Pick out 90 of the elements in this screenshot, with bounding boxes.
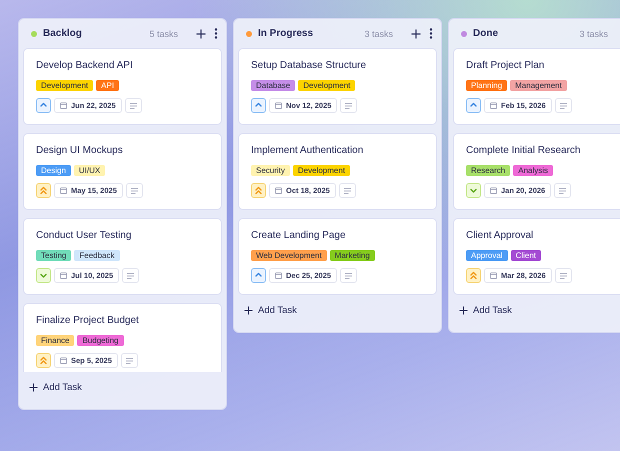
priority-button[interactable] (36, 353, 51, 368)
notes-button[interactable] (126, 183, 143, 198)
priority-button[interactable] (251, 98, 266, 113)
column-title: In Progress (258, 28, 314, 39)
tag: Approval (466, 250, 508, 261)
tag: Web Development (251, 250, 327, 261)
tag: Client (510, 250, 542, 261)
notes-button[interactable] (554, 183, 572, 198)
task-title: Implement Authentication (251, 145, 364, 157)
column-title: Done (473, 28, 499, 39)
task-title: Draft Project Plan (466, 60, 546, 72)
tag: Development (298, 80, 356, 91)
lines-icon (560, 102, 567, 108)
notes-button[interactable] (554, 268, 572, 283)
priority-button[interactable] (251, 183, 266, 198)
calendar-icon (60, 357, 67, 364)
calendar-icon (490, 272, 497, 279)
task-title: Setup Database Structure (251, 60, 368, 72)
notes-button[interactable] (122, 268, 140, 283)
more-button[interactable] (214, 28, 218, 39)
tag: Testing (36, 250, 72, 261)
task-title: Complete Initial Research (466, 145, 582, 157)
more-icon (214, 28, 218, 39)
priority-button[interactable] (36, 268, 51, 283)
notes-button[interactable] (338, 183, 356, 198)
lines-icon (559, 188, 566, 194)
priority-button[interactable] (36, 98, 51, 113)
notes-button[interactable] (120, 353, 138, 368)
tag: Development (36, 80, 94, 91)
task-title: Develop Backend API (36, 60, 134, 72)
task-title: Finalize Project Budget (36, 315, 140, 327)
tag: Feedback (74, 250, 120, 261)
calendar-icon (275, 272, 282, 279)
priority-button[interactable] (466, 98, 481, 113)
tag: Security (251, 165, 290, 176)
notes-button[interactable] (340, 98, 358, 113)
add-button[interactable] (196, 28, 206, 38)
lines-icon (130, 188, 138, 194)
tag: Development (292, 165, 350, 176)
tag: API (96, 80, 120, 91)
lines-icon (560, 272, 567, 278)
more-button[interactable] (429, 28, 433, 39)
plus-icon (244, 306, 253, 315)
calendar-icon (60, 272, 67, 279)
task-count: 5 tasks (149, 28, 178, 38)
plus-icon (29, 383, 38, 392)
plus-icon (459, 306, 468, 315)
task-count: 3 tasks (579, 28, 608, 38)
add-button[interactable] (411, 28, 421, 38)
notes-button[interactable] (124, 98, 142, 113)
lines-icon (344, 188, 351, 194)
more-icon (429, 28, 433, 39)
task-title: Design UI Mockups (36, 145, 124, 157)
task-count: 3 tasks (364, 28, 393, 38)
tag: Budgeting (77, 335, 124, 346)
tag: Design (36, 165, 71, 176)
lines-icon (345, 272, 352, 278)
task-title: Client Approval (466, 230, 534, 242)
calendar-icon (60, 187, 67, 194)
calendar-icon (490, 102, 497, 109)
priority-button[interactable] (466, 183, 481, 198)
lines-icon (130, 102, 137, 108)
calendar-icon (275, 102, 282, 109)
tag: Research (466, 165, 510, 176)
tag: Marketing (330, 250, 375, 261)
priority-button[interactable] (251, 268, 266, 283)
lines-icon (127, 272, 134, 278)
tag: UI/UX (74, 165, 106, 176)
plus-icon (411, 28, 421, 38)
calendar-icon (275, 187, 282, 194)
lines-icon (345, 102, 352, 108)
add-task-button[interactable]: Add Task (457, 303, 620, 318)
priority-button[interactable] (466, 268, 481, 283)
calendar-icon (490, 187, 497, 194)
task-title: Create Landing Page (251, 230, 347, 242)
notes-button[interactable] (340, 268, 358, 283)
task-title: Conduct User Testing (36, 230, 132, 242)
priority-button[interactable] (36, 183, 51, 198)
column-title: Backlog (43, 28, 83, 39)
tag: Analysis (513, 165, 554, 176)
notes-button[interactable] (554, 98, 572, 113)
plus-icon (196, 28, 206, 38)
tag: Finance (36, 335, 74, 346)
tag: Planning (466, 80, 508, 91)
add-task-button[interactable]: Add Task (27, 380, 226, 395)
lines-icon (126, 358, 133, 364)
calendar-icon (60, 102, 67, 109)
tag: Database (251, 80, 296, 91)
tag: Management (510, 80, 567, 91)
add-task-button[interactable]: Add Task (242, 303, 441, 318)
